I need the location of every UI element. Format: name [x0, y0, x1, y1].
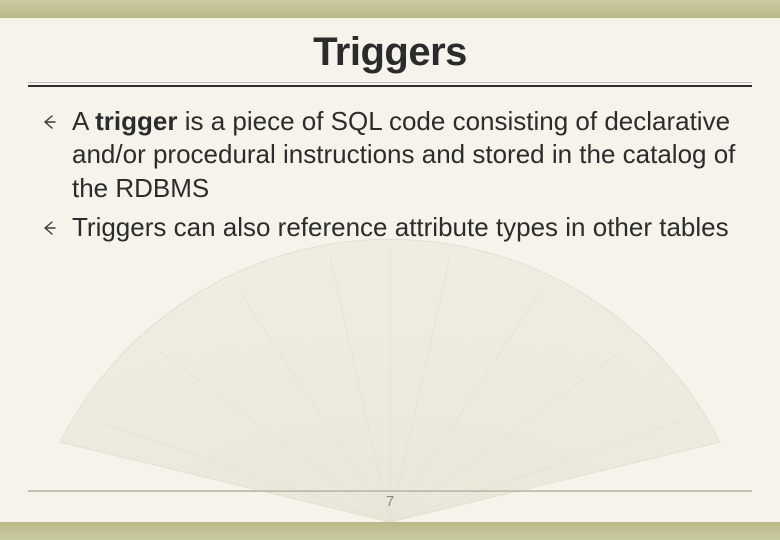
list-item: Triggers can also reference attribute ty…	[36, 211, 744, 244]
left-arrow-icon	[40, 113, 58, 131]
footer-rule	[28, 490, 752, 492]
bullet-list: A trigger is a piece of SQL code consist…	[28, 105, 752, 244]
title-rule-wrap: Triggers	[28, 28, 752, 87]
bullet-prefix: A	[72, 106, 95, 136]
slide-container: Triggers A trigger is a piece of SQL cod…	[0, 0, 780, 540]
list-item: A trigger is a piece of SQL code consist…	[36, 105, 744, 205]
bullet-text: Triggers can also reference attribute ty…	[72, 212, 729, 242]
bullet-strong: trigger	[95, 106, 177, 136]
left-arrow-icon	[40, 219, 58, 237]
slide-title: Triggers	[28, 28, 752, 82]
page-number: 7	[0, 493, 780, 510]
